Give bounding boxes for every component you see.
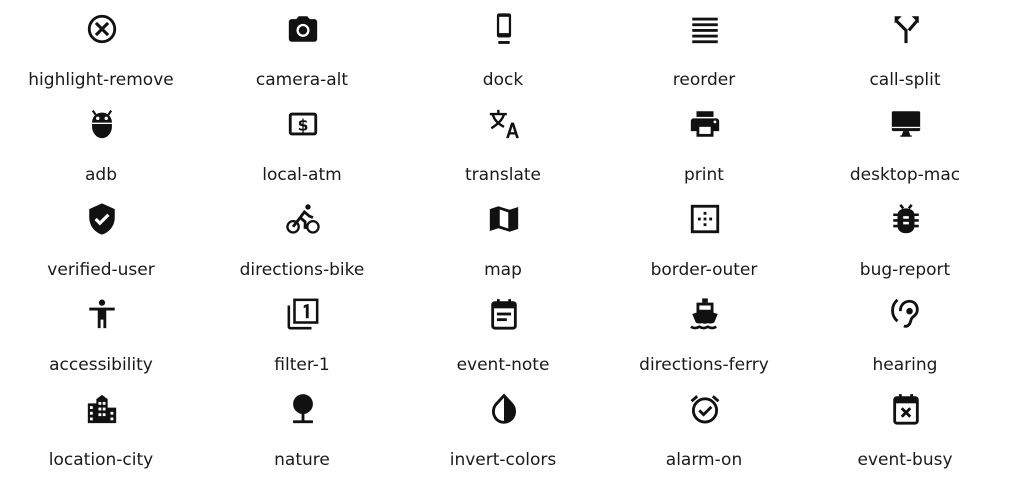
hearing-icon [889, 297, 923, 331]
icon-tile-alarm-on: alarm-on [604, 380, 804, 475]
icon-label: location-city [48, 450, 154, 470]
icon-tile-directions-bike: directions-bike [202, 190, 402, 285]
nature-icon [286, 392, 320, 426]
icon-tile-location-city: location-city [1, 380, 201, 475]
icon-label: call-split [869, 70, 941, 90]
icon-tile-camera-alt: camera-alt [202, 0, 402, 95]
camera-alt-icon [286, 12, 320, 46]
icon-label: directions-ferry [639, 355, 769, 375]
icon-tile-bug-report: bug-report [805, 190, 1005, 285]
icon-label: accessibility [49, 355, 153, 375]
highlight-remove-icon [85, 12, 119, 46]
translate-icon [487, 107, 521, 141]
icon-tile-border-outer: border-outer [604, 190, 804, 285]
icon-label: bug-report [859, 260, 951, 280]
icon-label: translate [465, 165, 541, 185]
icon-label: hearing [872, 355, 938, 375]
icon-label: border-outer [650, 260, 758, 280]
icon-tile-hearing: hearing [805, 285, 1005, 380]
verified-user-icon [85, 202, 119, 236]
icon-tile-invert-colors: invert-colors [403, 380, 603, 475]
directions-ferry-icon [688, 297, 722, 331]
icon-tile-local-atm: $ local-atm [202, 95, 402, 190]
icon-label: event-busy [857, 450, 953, 470]
icon-label: event-note [456, 355, 550, 375]
reorder-icon [688, 12, 722, 46]
icon-tile-accessibility: accessibility [1, 285, 201, 380]
alarm-on-icon [688, 392, 722, 426]
icon-label: print [684, 165, 724, 185]
icon-tile-adb: adb [1, 95, 201, 190]
icon-tile-event-note: event-note [403, 285, 603, 380]
icon-tile-highlight-remove: highlight-remove [1, 0, 201, 95]
icon-label: dock [482, 70, 524, 90]
icon-label: local-atm [262, 165, 342, 185]
accessibility-icon [85, 297, 119, 331]
icon-label: reorder [672, 70, 736, 90]
icon-tile-call-split: call-split [805, 0, 1005, 95]
bug-report-icon [889, 202, 923, 236]
dock-icon [487, 12, 521, 46]
invert-colors-icon [487, 392, 521, 426]
icon-label: filter-1 [274, 355, 330, 375]
icon-tile-reorder: reorder [604, 0, 804, 95]
event-note-icon [487, 297, 521, 331]
border-outer-icon [688, 202, 722, 236]
icon-tile-dock: dock [403, 0, 603, 95]
location-city-icon [85, 392, 119, 426]
icon-label: highlight-remove [28, 70, 174, 90]
icon-tile-print: print [604, 95, 804, 190]
local-atm-icon: $ [286, 107, 320, 141]
filter-1-icon [286, 297, 320, 331]
icon-label: desktop-mac [849, 165, 961, 185]
svg-text:$: $ [298, 116, 309, 134]
icon-label: verified-user [47, 260, 155, 280]
icon-grid: highlight-remove camera-alt dock reorder… [0, 0, 1024, 480]
icon-label: invert-colors [449, 450, 557, 470]
directions-bike-icon [286, 202, 320, 236]
icon-label: adb [85, 165, 117, 185]
call-split-icon [889, 12, 923, 46]
icon-label: directions-bike [239, 260, 365, 280]
desktop-mac-icon [889, 107, 923, 141]
icon-label: camera-alt [255, 70, 349, 90]
map-icon [487, 202, 521, 236]
icon-label: map [484, 260, 522, 280]
icon-tile-event-busy: event-busy [805, 380, 1005, 475]
icon-tile-desktop-mac: desktop-mac [805, 95, 1005, 190]
icon-tile-verified-user: verified-user [1, 190, 201, 285]
icon-tile-nature: nature [202, 380, 402, 475]
icon-tile-directions-ferry: directions-ferry [604, 285, 804, 380]
icon-tile-translate: translate [403, 95, 603, 190]
icon-tile-filter-1: filter-1 [202, 285, 402, 380]
adb-icon [85, 107, 119, 141]
icon-label: nature [274, 450, 330, 470]
icon-tile-map: map [403, 190, 603, 285]
event-busy-icon [889, 392, 923, 426]
icon-label: alarm-on [665, 450, 743, 470]
print-icon [688, 107, 722, 141]
